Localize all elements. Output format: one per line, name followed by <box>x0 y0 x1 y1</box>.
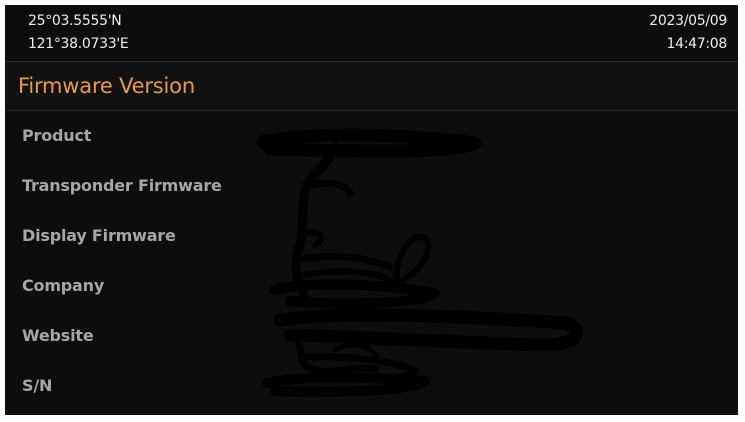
info-label-website: Website <box>22 326 94 345</box>
info-row-product: Product <box>5 113 738 163</box>
info-row-website: Website <box>5 313 738 363</box>
time-readout: 14:47:08 <box>666 36 728 52</box>
latitude-readout: 25°03.5555'N <box>28 13 122 29</box>
page-header: Firmware Version <box>5 61 738 111</box>
info-row-display-firmware: Display Firmware <box>5 213 738 263</box>
device-screen: 25°03.5555'N 121°38.0733'E 2023/05/09 14… <box>5 5 738 415</box>
info-label-company: Company <box>22 276 105 295</box>
info-label-serial-number: S/N <box>22 376 53 395</box>
info-row-serial-number: S/N <box>5 363 738 413</box>
info-row-transponder-firmware: Transponder Firmware <box>5 163 738 213</box>
info-label-product: Product <box>22 126 92 145</box>
info-label-display-firmware: Display Firmware <box>22 226 176 245</box>
info-row-company: Company <box>5 263 738 313</box>
info-label-transponder-firmware: Transponder Firmware <box>22 176 222 195</box>
status-bar: 25°03.5555'N 121°38.0733'E 2023/05/09 14… <box>5 5 738 61</box>
longitude-readout: 121°38.0733'E <box>28 36 129 52</box>
date-readout: 2023/05/09 <box>649 13 727 29</box>
page-title: Firmware Version <box>18 74 195 98</box>
